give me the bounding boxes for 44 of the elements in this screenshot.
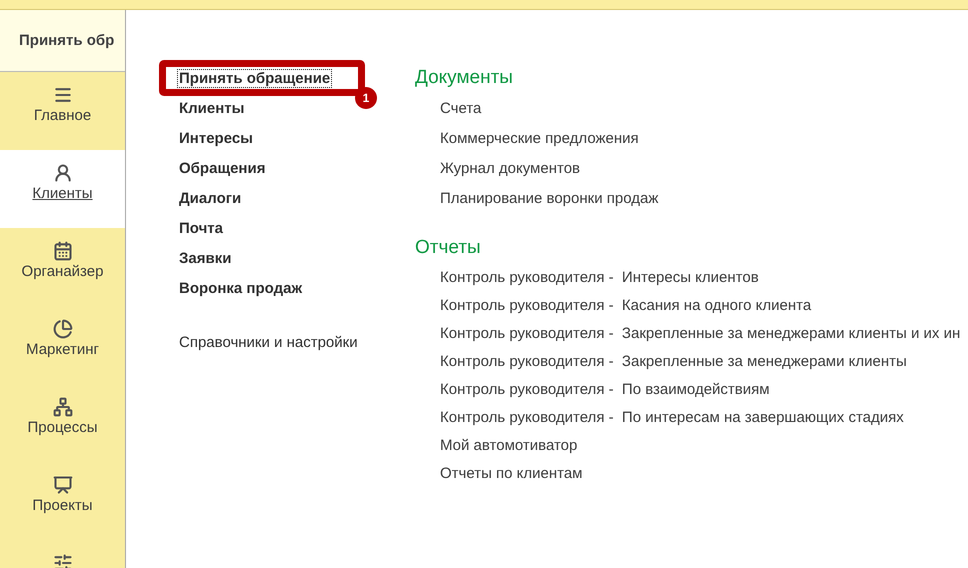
command-link[interactable]: Интересы bbox=[178, 130, 254, 146]
sidebar-label: Клиенты bbox=[32, 185, 93, 202]
sidebar-label: Проекты bbox=[32, 497, 93, 514]
command-link[interactable]: Воронка продаж bbox=[178, 280, 304, 296]
report-link[interactable]: Контроль руководителя - По интересам на завершающих стадиях bbox=[415, 403, 960, 431]
report-link[interactable]: Контроль руководителя - По взаимодействиям bbox=[415, 375, 960, 403]
report-link[interactable]: Контроль руководителя - Интересы клиентов bbox=[415, 263, 960, 291]
report-link[interactable]: Контроль руководителя - Закрепленные за менеджерами клиенты bbox=[415, 347, 960, 375]
sidebar-item[interactable]: Органайзер bbox=[0, 228, 125, 306]
command-link[interactable]: Клиенты bbox=[178, 100, 246, 116]
section-title: Отчеты bbox=[415, 236, 482, 260]
chart-board-icon bbox=[52, 475, 72, 495]
report-link[interactable]: Коммерческие предложения bbox=[415, 123, 960, 153]
hierarchy-icon bbox=[52, 397, 72, 417]
report-link[interactable]: Журнал документов bbox=[415, 153, 960, 183]
sidebar-item[interactable]: Клиенты bbox=[0, 150, 125, 228]
command-link[interactable]: Обращения bbox=[178, 160, 266, 176]
report-link[interactable]: Контроль руководителя - Касания на одного клиента bbox=[415, 291, 960, 319]
report-link[interactable]: Контроль руководителя - Закрепленные за менеджерами клиенты и их ин bbox=[415, 319, 960, 347]
command-link[interactable]: Справочники и настройки bbox=[178, 334, 359, 350]
report-link[interactable]: Счета bbox=[415, 93, 960, 123]
report-link[interactable]: Отчеты по клиентам bbox=[415, 459, 960, 487]
sidebar-item[interactable]: Маркетинг bbox=[0, 306, 125, 384]
sidebar-label: Органайзер bbox=[22, 263, 104, 280]
calendar-icon bbox=[52, 241, 72, 261]
command-link[interactable]: Заявки bbox=[178, 250, 232, 266]
sidebar-label: Процессы bbox=[27, 419, 98, 436]
menu-icon bbox=[52, 85, 72, 105]
report-link[interactable]: Планирование воронки продаж bbox=[415, 183, 960, 213]
sidebar-label: Главное bbox=[34, 107, 92, 124]
sidebar-item[interactable]: Проекты bbox=[0, 462, 125, 540]
person-icon bbox=[52, 163, 72, 183]
report-link[interactable]: Мой автомотиватор bbox=[415, 431, 960, 459]
sliders-icon bbox=[52, 553, 72, 568]
command-link[interactable]: Диалоги bbox=[178, 190, 242, 206]
section-title: Документы bbox=[415, 66, 514, 90]
tab-title[interactable]: Принять обр bbox=[0, 10, 125, 72]
command-link[interactable]: Принять обращение bbox=[178, 70, 332, 86]
pie-chart-icon bbox=[52, 319, 72, 339]
step-badge: 1 bbox=[355, 87, 377, 109]
sidebar-item[interactable]: Процессы bbox=[0, 384, 125, 462]
sidebar-item[interactable]: Главное bbox=[0, 72, 125, 150]
command-link[interactable]: Почта bbox=[178, 220, 224, 236]
sidebar-label: Маркетинг bbox=[26, 341, 99, 358]
